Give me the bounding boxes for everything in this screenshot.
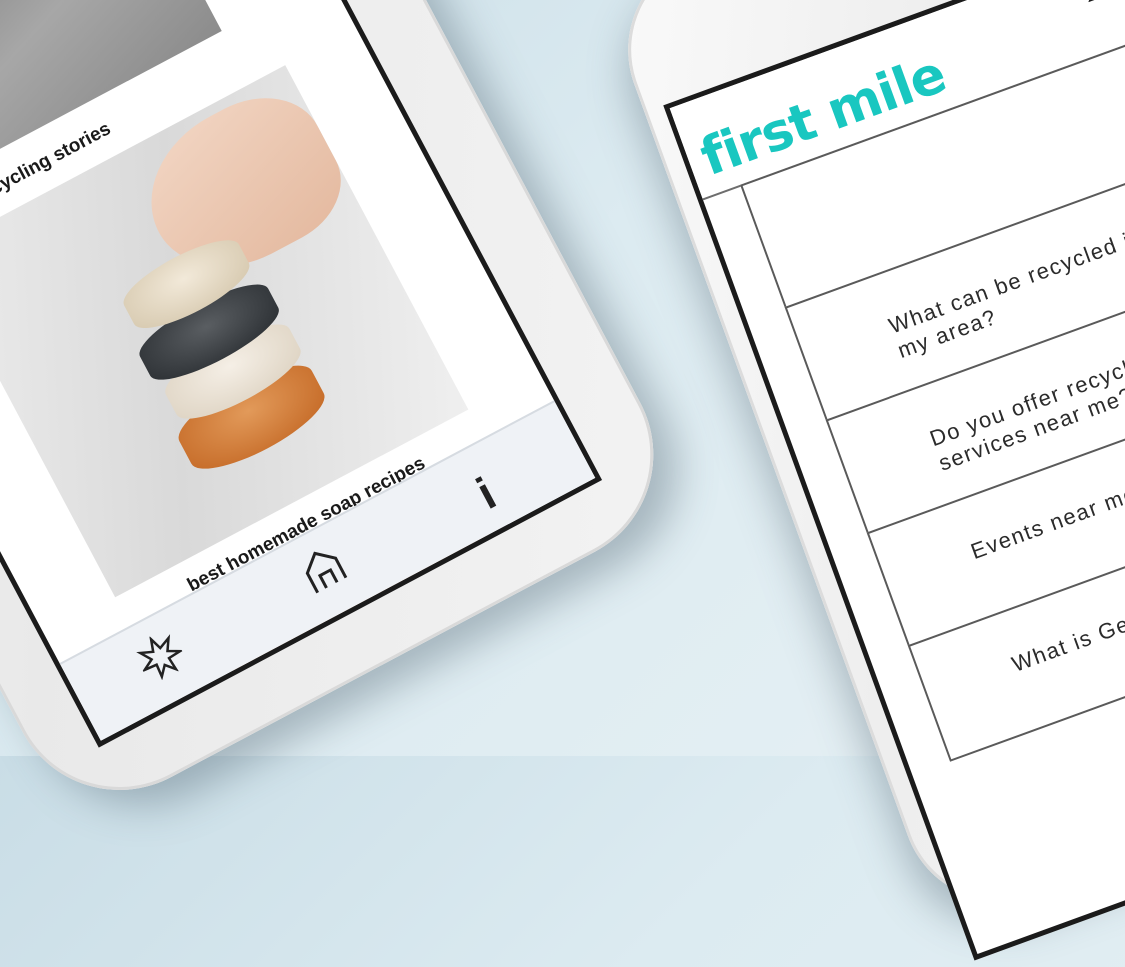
left-phone: first mile recycling stories best homema…: [0, 0, 693, 829]
paper-image-detail: [0, 0, 106, 18]
right-phone-screen: first mile What can be recycled in my ar…: [663, 0, 1125, 961]
user-icon[interactable]: [1076, 0, 1125, 9]
starburst-icon[interactable]: [130, 626, 193, 692]
left-phone-screen: first mile recycling stories best homema…: [0, 0, 603, 748]
right-phone: first mile What can be recycled in my ar…: [600, 0, 1125, 961]
info-icon[interactable]: i: [468, 467, 504, 519]
home-icon[interactable]: [294, 540, 357, 606]
